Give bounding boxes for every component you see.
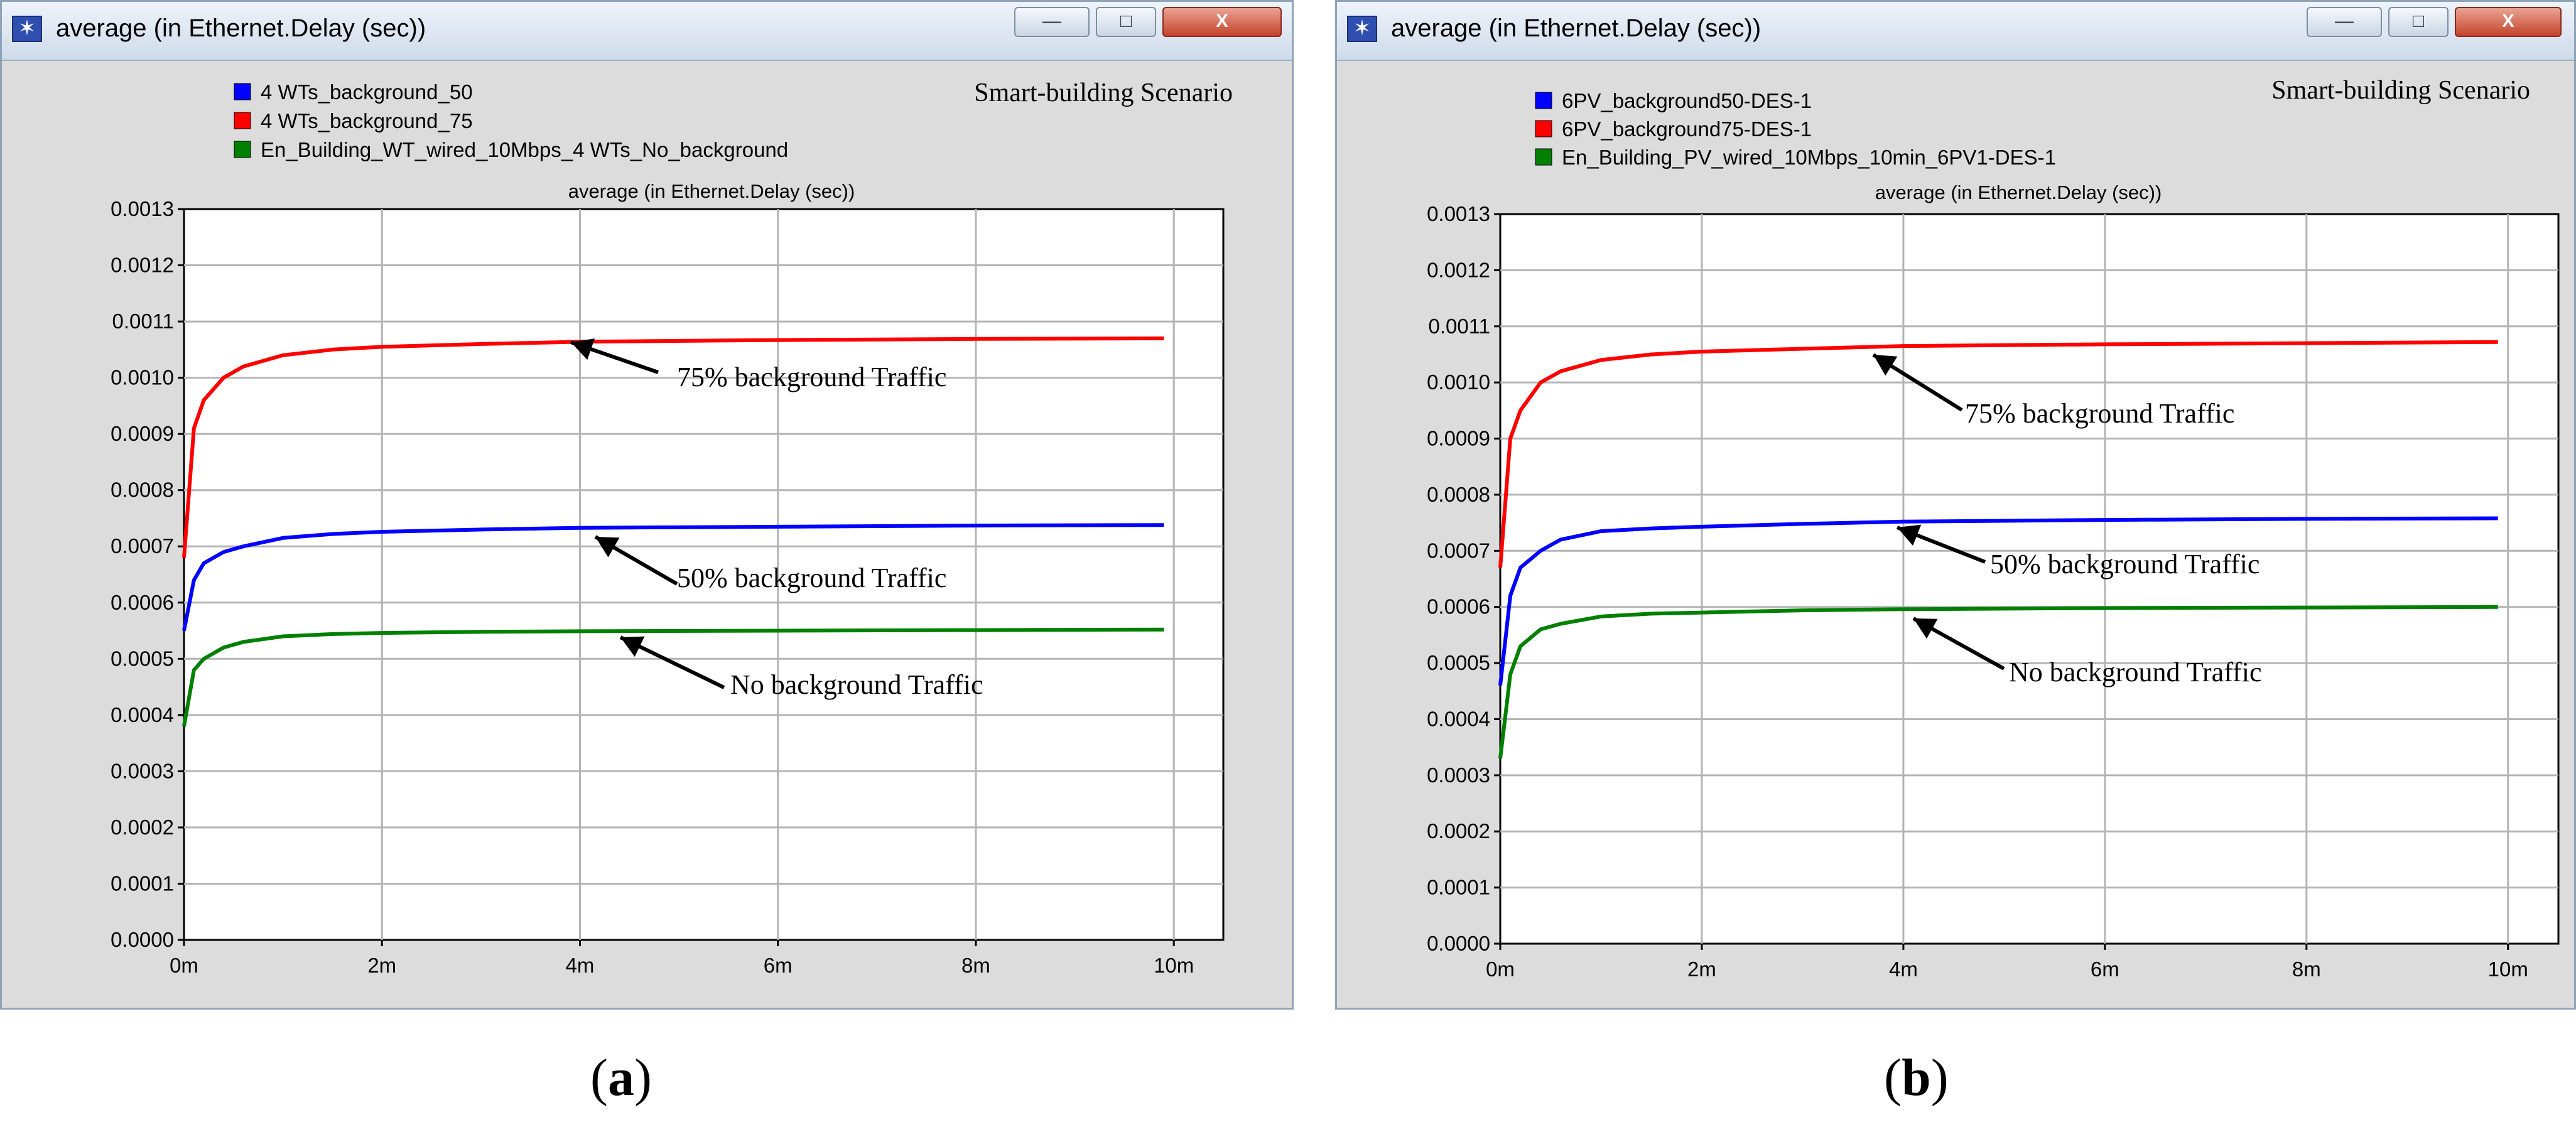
annotation-label: 75% background Traffic (1965, 398, 2234, 429)
y-tick-label: 0.0008 (1427, 483, 1490, 506)
y-tick-label: 0.0013 (1427, 202, 1490, 225)
x-tick-label: 6m (2091, 957, 2119, 981)
window-titlebar[interactable]: ✶ average (in Ethernet.Delay (sec)) — □ … (2, 2, 1292, 61)
y-tick-label: 0.0003 (111, 759, 174, 782)
y-tick-label: 0.0004 (1427, 707, 1490, 730)
annotation-label: No background Traffic (730, 669, 983, 700)
legend-entry: 4 WTs_background_75 (261, 109, 473, 132)
x-tick-label: 8m (961, 954, 990, 977)
x-tick-label: 10m (2488, 957, 2528, 981)
scenario-label: Smart-building Scenario (2271, 76, 2530, 105)
x-tick-label: 0m (170, 954, 198, 977)
y-tick-label: 0.0012 (111, 254, 174, 277)
window-titlebar[interactable]: ✶ average (in Ethernet.Delay (sec)) — □ … (1337, 2, 2574, 61)
minimize-button[interactable]: — (1014, 7, 1090, 37)
app-icon: ✶ (1347, 16, 1377, 42)
y-tick-label: 0.0011 (1429, 315, 1490, 338)
y-tick-label: 0.0006 (111, 591, 174, 614)
chart-window-a: ✶ average (in Ethernet.Delay (sec)) — □ … (0, 0, 1294, 1010)
y-tick-label: 0.0009 (1427, 427, 1490, 450)
y-tick-label: 0.0010 (1427, 370, 1490, 394)
y-tick-label: 0.0011 (112, 310, 174, 333)
y-tick-label: 0.0005 (111, 647, 174, 670)
legend-entry: 4 WTs_background_50 (261, 80, 473, 104)
x-tick-label: 0m (1486, 957, 1515, 981)
y-tick-label: 0.0001 (111, 871, 174, 895)
chart-window-b: ✶ average (in Ethernet.Delay (sec)) — □ … (1335, 0, 2576, 1010)
window-title: average (in Ethernet.Delay (sec)) (56, 14, 426, 42)
x-tick-label: 2m (367, 954, 396, 977)
figure-label-b: (b) (1884, 1049, 1949, 1107)
legend-entry: En_Building_PV_wired_10Mbps_10min_6PV1-D… (1562, 146, 2056, 169)
app-icon: ✶ (12, 16, 42, 42)
y-tick-label: 0.0005 (1427, 651, 1490, 674)
y-tick-label: 0.0009 (111, 422, 174, 445)
legend-entry: 6PV_background75-DES-1 (1562, 117, 1812, 141)
annotation-label: 75% background Traffic (677, 362, 946, 392)
legend-swatch (234, 83, 251, 100)
y-tick-label: 0.0010 (111, 366, 174, 389)
window-title: average (in Ethernet.Delay (sec)) (1391, 14, 1762, 42)
y-tick-label: 0.0007 (1427, 539, 1490, 562)
legend-swatch (1535, 92, 1552, 109)
legend-swatch (234, 141, 251, 158)
x-tick-label: 8m (2292, 957, 2321, 981)
y-tick-label: 0.0004 (111, 703, 174, 726)
y-tick-label: 0.0007 (111, 534, 174, 558)
maximize-button[interactable]: □ (1096, 7, 1156, 37)
y-tick-label: 0.0006 (1427, 595, 1490, 618)
chart-area-a: 0.0000 0.0001 0.0002 0.0003 0.0004 0.0005 0.00… (111, 78, 1233, 977)
y-tick-label: 0.0003 (1427, 763, 1490, 787)
figure-label-b-letter: b (1901, 1049, 1931, 1107)
legend-swatch (1535, 120, 1552, 138)
y-tick-label: 0.0001 (1427, 876, 1490, 899)
close-button[interactable]: X (1162, 7, 1282, 37)
y-tick-label: 0.0000 (111, 928, 174, 951)
legend-swatch (1535, 148, 1552, 166)
maximize-button[interactable]: □ (2388, 7, 2449, 37)
x-tick-label: 2m (1687, 957, 1716, 981)
x-tick-label: 6m (764, 954, 793, 977)
y-tick-label: 0.0000 (1427, 932, 1490, 955)
legend-entry: En_Building_WT_wired_10Mbps_4 WTs_No_bac… (261, 138, 788, 161)
y-tick-label: 0.0013 (111, 197, 174, 220)
close-button[interactable]: X (2455, 7, 2562, 37)
annotation-label: 50% background Traffic (1990, 549, 2259, 580)
x-tick-label: 10m (1154, 954, 1194, 977)
x-tick-label: 4m (1889, 957, 1918, 981)
minimize-button[interactable]: — (2307, 7, 2382, 37)
figure-label-a: (a) (590, 1049, 652, 1107)
annotation-label: No background Traffic (2009, 657, 2261, 688)
x-tick-label: 4m (566, 954, 595, 977)
chart-area-b: 0.0000 0.0001 0.0002 0.0003 0.0004 0.0005 0.00… (1427, 76, 2560, 981)
chart-title: average (in Ethernet.Delay (sec)) (1875, 181, 2162, 203)
chart-title: average (in Ethernet.Delay (sec)) (568, 180, 855, 202)
legend-swatch (234, 112, 251, 129)
y-tick-label: 0.0002 (1427, 819, 1490, 843)
legend-entry: 6PV_background50-DES-1 (1562, 89, 1812, 112)
y-tick-label: 0.0008 (111, 478, 174, 502)
scenario-label: Smart-building Scenario (974, 78, 1233, 107)
annotation-label: 50% background Traffic (677, 563, 946, 593)
figure-label-a-letter: a (607, 1049, 634, 1107)
y-tick-label: 0.0012 (1427, 258, 1490, 281)
y-tick-label: 0.0002 (111, 816, 174, 839)
